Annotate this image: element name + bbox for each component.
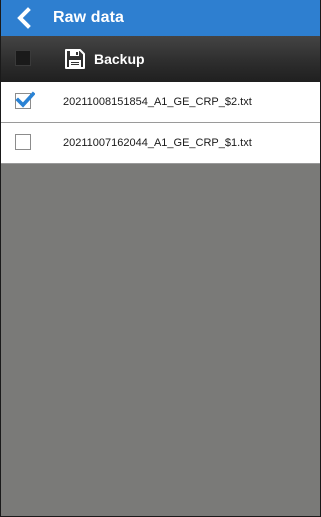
- empty-list-area: [1, 164, 320, 516]
- floppy-disk-icon: [65, 49, 85, 69]
- app-header: Raw data: [1, 0, 320, 36]
- file-name: 20211007162044_A1_GE_CRP_$1.txt: [63, 137, 252, 149]
- select-all-checkbox[interactable]: [15, 50, 31, 66]
- back-button[interactable]: [1, 0, 47, 36]
- chevron-left-icon: [17, 7, 31, 29]
- file-name: 20211008151854_A1_GE_CRP_$2.txt: [63, 96, 252, 108]
- toolbar: Backup: [1, 36, 320, 82]
- checkmark-icon: [15, 91, 35, 108]
- backup-button[interactable]: Backup: [64, 36, 145, 82]
- backup-label: Backup: [94, 51, 145, 67]
- row-checkbox[interactable]: [15, 91, 35, 109]
- file-list: 20211008151854_A1_GE_CRP_$2.txt 20211007…: [1, 82, 320, 164]
- row-checkbox[interactable]: [15, 134, 31, 150]
- page-title: Raw data: [53, 9, 125, 26]
- list-item[interactable]: 20211007162044_A1_GE_CRP_$1.txt: [1, 123, 320, 164]
- list-item[interactable]: 20211008151854_A1_GE_CRP_$2.txt: [1, 82, 320, 123]
- app-window: Raw data Backup 20211008151854_A1_GE_CRP…: [0, 0, 321, 517]
